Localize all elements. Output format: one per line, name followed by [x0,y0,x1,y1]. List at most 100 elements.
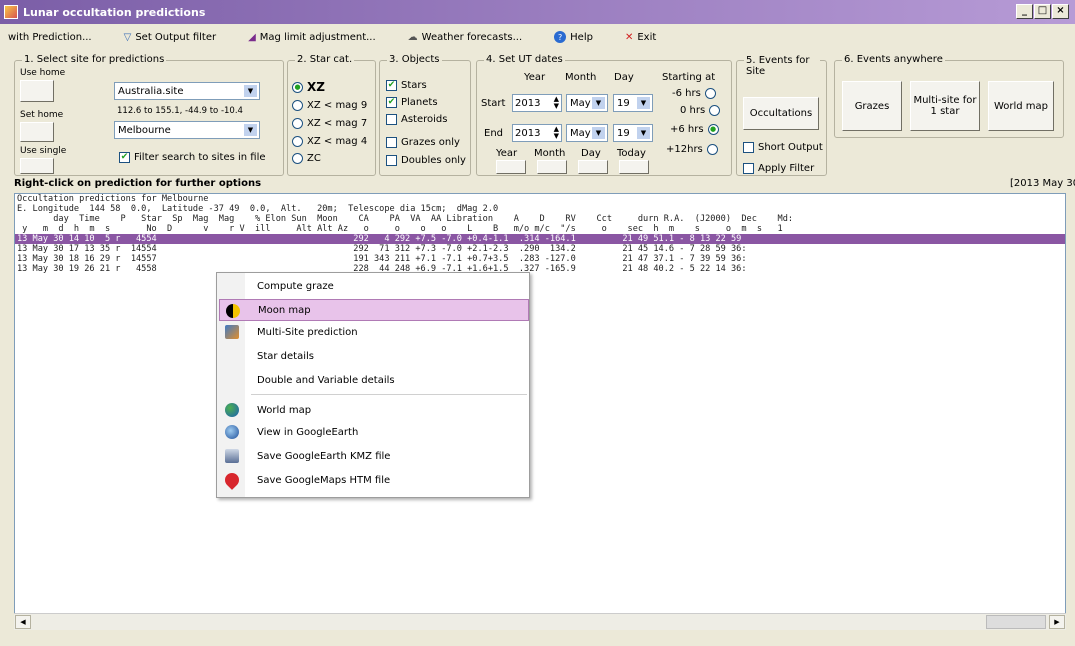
objects-title: 3. Objects [387,54,442,65]
output-line-selected[interactable]: 13 May 30 14 10 5 r 4554 292 4 292 +7.5 … [15,234,1065,244]
select-value: 19 [617,127,630,139]
radio-icon [292,153,303,164]
objects-asteroids-checkbox[interactable]: Asteroids [386,114,447,125]
help-icon: ? [554,31,567,43]
offset-0-radio[interactable]: 0 hrs [680,105,721,116]
ctx-moon-map[interactable]: Moon map [219,299,529,321]
checkbox-empty-icon [743,163,754,174]
checkbox-label: Stars [401,80,427,91]
spinner-value: 2013 [515,127,541,139]
globe-icon [225,403,239,417]
site-file-select[interactable]: Australia.site ▼ [114,82,260,100]
ctx-save-htm[interactable]: Save GoogleMaps HTM file [219,469,529,491]
check-icon: ✔ [386,97,397,108]
star-cat-xz-mag7[interactable]: XZ < mag 7 [292,118,367,129]
earth-icon [225,425,239,439]
date-tag: [2013 May 30] [1010,178,1075,189]
checkbox-label: Grazes only [401,137,460,148]
checkbox-empty-icon [386,137,397,148]
close-button[interactable]: × [1052,4,1069,19]
ctx-double-variable[interactable]: Double and Variable details [219,369,529,391]
output-line: Occultation predictions for Melbourne [17,194,209,204]
objects-planets-checkbox[interactable]: ✔ Planets [386,97,438,108]
start-year-spinner[interactable]: 2013 ▲ ▼ [512,94,562,112]
pen-icon: ◢ [248,31,256,43]
spinner-value: 2013 [515,97,541,109]
ctx-world-map[interactable]: World map [219,399,529,421]
filter-sites-label: Filter search to sites in file [134,152,266,163]
output-line[interactable]: 13 May 30 18 16 29 r 14557 191 343 211 +… [15,254,1065,264]
star-cat-xz-mag4[interactable]: XZ < mag 4 [292,136,367,147]
filter-sites-checkbox[interactable]: ✔ Filter search to sites in file [119,152,266,163]
world-map-button[interactable]: World map [988,81,1054,131]
end-year-spinner[interactable]: 2013 ▲ ▼ [512,124,562,142]
star-cat-xz[interactable]: ● XZ [292,80,325,94]
objects-stars-checkbox[interactable]: ✔ Stars [386,80,427,91]
menu-set-output-filter[interactable]: ▽ Set Output filter [124,32,216,43]
star-cat-title: 2. Star cat. [295,54,355,65]
ctx-save-kmz[interactable]: Save GoogleEarth KMZ file [219,445,529,467]
objects-doubles-only-checkbox[interactable]: Doubles only [386,155,466,166]
events-title: 5. Events for Site [744,55,820,77]
star-cat-xz-mag9[interactable]: XZ < mag 9 [292,100,367,111]
menu-exit[interactable]: ✕ Exit [625,32,656,43]
apply-filter-checkbox[interactable]: Apply Filter [743,163,814,174]
window-title: Lunar occultation predictions [23,5,206,19]
output-line[interactable]: 13 May 30 19 26 21 r 4558 228 44 248 +6.… [15,264,1065,274]
today-button[interactable] [619,160,649,174]
menu-help[interactable]: ? Help [554,31,593,43]
scroll-thumb[interactable] [986,615,1046,629]
horizontal-scrollbar[interactable]: ◀ ▶ [14,613,1066,630]
radio-label: XZ [307,80,325,94]
context-menu: Compute graze Moon map Multi-Site predic… [216,272,530,498]
filter-icon: ▽ [123,31,132,43]
objects-grazes-only-checkbox[interactable]: Grazes only [386,137,460,148]
month-button[interactable] [537,160,567,174]
chevron-down-icon: ▼ [636,96,651,110]
map-pin-icon [222,470,242,490]
ctx-multisite[interactable]: Multi-Site prediction [219,321,529,343]
output-line: y m d h m s No D v r V ill Alt Alt Az o … [17,224,783,234]
site-select[interactable]: Melbourne ▼ [114,121,260,139]
scroll-left-icon[interactable]: ◀ [15,615,31,629]
maximize-button[interactable]: □ [1034,4,1051,19]
output-line[interactable]: 13 May 30 17 13 35 r 14554 292 71 312 +7… [15,244,1065,254]
menu-label: Weather forecasts... [421,31,523,43]
grazes-button[interactable]: Grazes [842,81,902,131]
menu-weather[interactable]: ☁ Weather forecasts... [408,32,522,43]
set-home-label: Set home [20,110,64,120]
menu-label: Save GoogleEarth KMZ file [257,450,391,462]
occultations-button[interactable]: Occultations [743,97,819,130]
menu-mag-limit[interactable]: ◢ Mag limit adjustment... [248,32,376,43]
end-day-select[interactable]: 19 ▼ [613,124,653,142]
ctx-star-details[interactable]: Star details [219,345,529,367]
multisite-button[interactable]: Multi-site for 1 star [910,81,980,131]
use-home-button[interactable] [20,80,54,102]
month-header: Month [565,72,597,83]
ctx-compute-graze[interactable]: Compute graze [219,275,529,297]
menu-with-prediction[interactable]: with Prediction... [8,32,92,43]
today-button-label: Today [617,148,646,159]
select-value: 19 [617,97,630,109]
short-output-checkbox[interactable]: Short Output [743,142,823,153]
prediction-output[interactable]: Occultation predictions for Melbourne E.… [14,193,1066,630]
start-day-select[interactable]: 19 ▼ [613,94,653,112]
scroll-right-icon[interactable]: ▶ [1049,615,1065,629]
ctx-google-earth[interactable]: View in GoogleEarth [219,421,529,443]
checkbox-empty-icon [386,114,397,125]
select-value: May [570,127,591,139]
end-month-select[interactable]: May ▼ [566,124,608,142]
offset-plus12-radio[interactable]: +12hrs [666,144,718,155]
set-home-button[interactable] [20,122,54,142]
menu-label: with Prediction... [8,31,92,43]
offset-minus6-radio[interactable]: -6 hrs [672,88,716,99]
radio-icon: ● [707,124,719,135]
day-button[interactable] [578,160,608,174]
year-button[interactable] [496,160,526,174]
checkbox-label: Apply Filter [758,163,815,174]
minimize-button[interactable]: _ [1016,4,1033,19]
use-single-button[interactable] [20,158,54,174]
offset-plus6-radio[interactable]: ● +6 hrs [670,124,719,135]
start-month-select[interactable]: May ▼ [566,94,608,112]
star-cat-zc[interactable]: ZC [292,153,321,164]
